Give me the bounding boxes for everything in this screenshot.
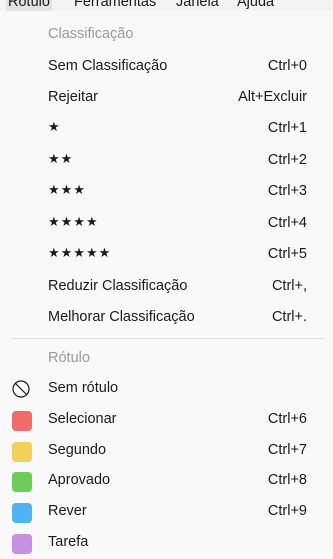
menu-item-label: Sem rótulo — [48, 380, 119, 396]
menu-item-label: Segundo — [48, 442, 107, 458]
shortcut-label: Ctrl+3 — [267, 183, 307, 199]
menu-item-2-stars[interactable]: ★★ Ctrl+2 — [2, 147, 333, 175]
shortcut-label: Alt+Excluir — [238, 89, 307, 105]
menu-item-1-star[interactable]: ★ Ctrl+1 — [2, 115, 333, 143]
shortcut-label: Ctrl+, — [271, 278, 307, 294]
menu-janela[interactable]: Janela — [174, 0, 221, 11]
menu-item-label: Sem Classificação — [48, 58, 168, 74]
star-rating-5: ★★★★★ — [48, 246, 112, 261]
menu-item-tarefa[interactable]: Tarefa — [2, 529, 333, 557]
purple-label-swatch-icon — [12, 534, 32, 554]
rotulo-dropdown-menu: Classificação Sem Classificação Ctrl+0 R… — [2, 11, 333, 559]
star-rating-2: ★★ — [48, 152, 74, 167]
star-rating-3: ★★★ — [48, 183, 86, 198]
star-rating-1: ★ — [48, 120, 61, 135]
blue-label-swatch-icon — [12, 503, 32, 523]
menu-item-selecionar[interactable]: Selecionar Ctrl+6 — [2, 406, 333, 434]
red-label-swatch-icon — [12, 411, 32, 431]
menu-item-label: Reduzir Classificação — [48, 278, 188, 294]
shortcut-label: Ctrl+7 — [267, 442, 307, 458]
menu-item-label: Tarefa — [48, 534, 89, 550]
no-label-icon — [12, 380, 30, 398]
label-section-header: Rótulo — [2, 345, 333, 373]
menu-bar: Rótulo Ferramentas Janela Ajuda — [0, 0, 333, 11]
menu-item-segundo[interactable]: Segundo Ctrl+7 — [2, 437, 333, 465]
menu-item-3-stars[interactable]: ★★★ Ctrl+3 — [2, 178, 333, 206]
menu-item-sem-classificacao[interactable]: Sem Classificação Ctrl+0 — [2, 53, 333, 81]
menu-item-label: Aprovado — [48, 472, 111, 488]
menu-item-label: Rever — [48, 503, 87, 519]
rating-header-label: Classificação — [48, 26, 134, 42]
shortcut-label: Ctrl+5 — [267, 246, 307, 262]
star-rating-4: ★★★★ — [48, 215, 99, 230]
menu-item-aprovado[interactable]: Aprovado Ctrl+8 — [2, 467, 333, 495]
menu-item-label: Rejeitar — [48, 89, 98, 105]
menu-ferramentas[interactable]: Ferramentas — [72, 0, 158, 11]
menu-item-5-stars[interactable]: ★★★★★ Ctrl+5 — [2, 241, 333, 269]
rating-section-header: Classificação — [2, 21, 333, 49]
menu-item-label: Melhorar Classificação — [48, 309, 195, 325]
shortcut-label: Ctrl+6 — [267, 411, 307, 427]
menu-rotulo[interactable]: Rótulo — [6, 0, 52, 11]
green-label-swatch-icon — [12, 472, 32, 492]
label-header-label: Rótulo — [48, 350, 90, 366]
menu-item-rejeitar[interactable]: Rejeitar Alt+Excluir — [2, 84, 333, 112]
menu-item-melhorar-classificacao[interactable]: Melhorar Classificação Ctrl+. — [2, 304, 333, 332]
shortcut-label: Ctrl+0 — [267, 58, 307, 74]
menu-item-4-stars[interactable]: ★★★★ Ctrl+4 — [2, 210, 333, 238]
shortcut-label: Ctrl+4 — [267, 215, 307, 231]
shortcut-label: Ctrl+9 — [267, 503, 307, 519]
menu-item-rever[interactable]: Rever Ctrl+9 — [2, 498, 333, 526]
shortcut-label: Ctrl+8 — [267, 472, 307, 488]
yellow-label-swatch-icon — [12, 442, 32, 462]
shortcut-label: Ctrl+1 — [267, 120, 307, 136]
menu-separator — [11, 338, 325, 339]
menu-item-label: Selecionar — [48, 411, 117, 427]
menu-item-sem-rotulo[interactable]: Sem rótulo — [2, 375, 333, 403]
shortcut-label: Ctrl+2 — [267, 152, 307, 168]
shortcut-label: Ctrl+. — [271, 309, 307, 325]
menu-item-reduzir-classificacao[interactable]: Reduzir Classificação Ctrl+, — [2, 273, 333, 301]
menu-ajuda[interactable]: Ajuda — [235, 0, 276, 11]
